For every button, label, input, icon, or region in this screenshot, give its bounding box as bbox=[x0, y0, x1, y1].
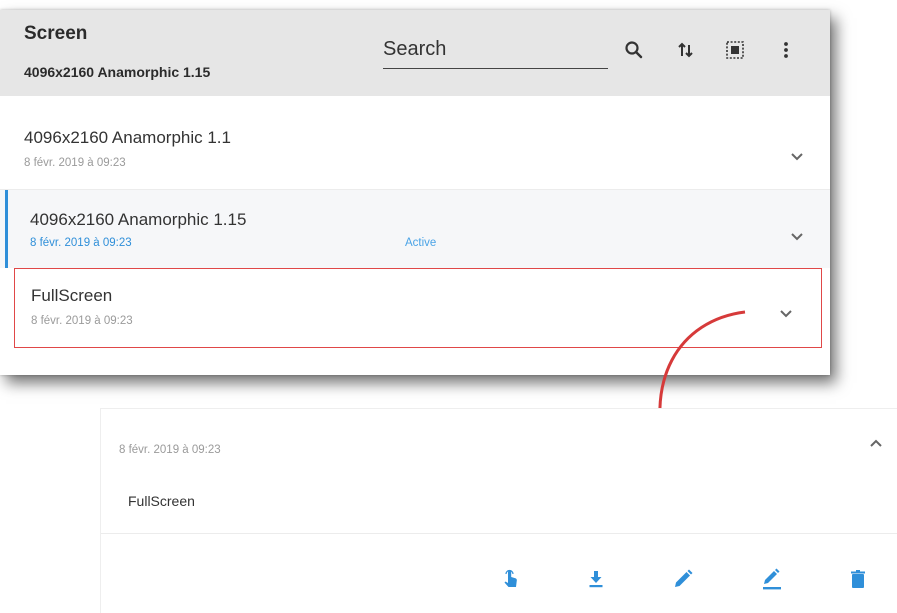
chevron-down-icon[interactable] bbox=[787, 226, 807, 246]
active-indicator bbox=[5, 190, 8, 268]
more-vert-icon[interactable] bbox=[774, 38, 798, 62]
divider bbox=[101, 533, 897, 534]
list-item[interactable]: 4096x2160 Anamorphic 1.1 8 févr. 2019 à … bbox=[0, 106, 830, 190]
page-title: Screen bbox=[24, 23, 88, 44]
item-name: FullScreen bbox=[31, 286, 113, 305]
list-item-active[interactable]: 4096x2160 Anamorphic 1.15 8 févr. 2019 à… bbox=[0, 190, 830, 268]
touch-icon[interactable] bbox=[499, 567, 523, 591]
chevron-down-icon[interactable] bbox=[787, 146, 807, 166]
select-all-icon[interactable] bbox=[723, 38, 747, 62]
item-date: 8 févr. 2019 à 09:23 bbox=[30, 237, 132, 249]
current-screen-subtitle: 4096x2160 Anamorphic 1.15 bbox=[24, 64, 211, 80]
sort-icon[interactable] bbox=[675, 38, 699, 62]
expanded-item-detail: 8 févr. 2019 à 09:23 FullScreen bbox=[100, 408, 897, 613]
detail-date: 8 févr. 2019 à 09:23 bbox=[119, 444, 221, 456]
search-input[interactable] bbox=[383, 30, 608, 69]
edit-icon[interactable] bbox=[671, 567, 695, 591]
item-date: 8 févr. 2019 à 09:23 bbox=[24, 157, 126, 169]
item-name: 4096x2160 Anamorphic 1.15 bbox=[30, 210, 247, 229]
item-date: 8 févr. 2019 à 09:23 bbox=[31, 315, 133, 327]
detail-name: FullScreen bbox=[128, 493, 195, 509]
header: Screen 4096x2160 Anamorphic 1.15 bbox=[0, 10, 830, 96]
status-badge: Active bbox=[405, 237, 437, 249]
search-icon[interactable] bbox=[622, 38, 646, 62]
download-icon[interactable] bbox=[584, 567, 608, 591]
chevron-up-icon[interactable] bbox=[866, 434, 886, 454]
item-name: 4096x2160 Anamorphic 1.1 bbox=[24, 128, 231, 147]
rename-icon[interactable] bbox=[760, 567, 784, 591]
delete-icon[interactable] bbox=[846, 567, 870, 591]
